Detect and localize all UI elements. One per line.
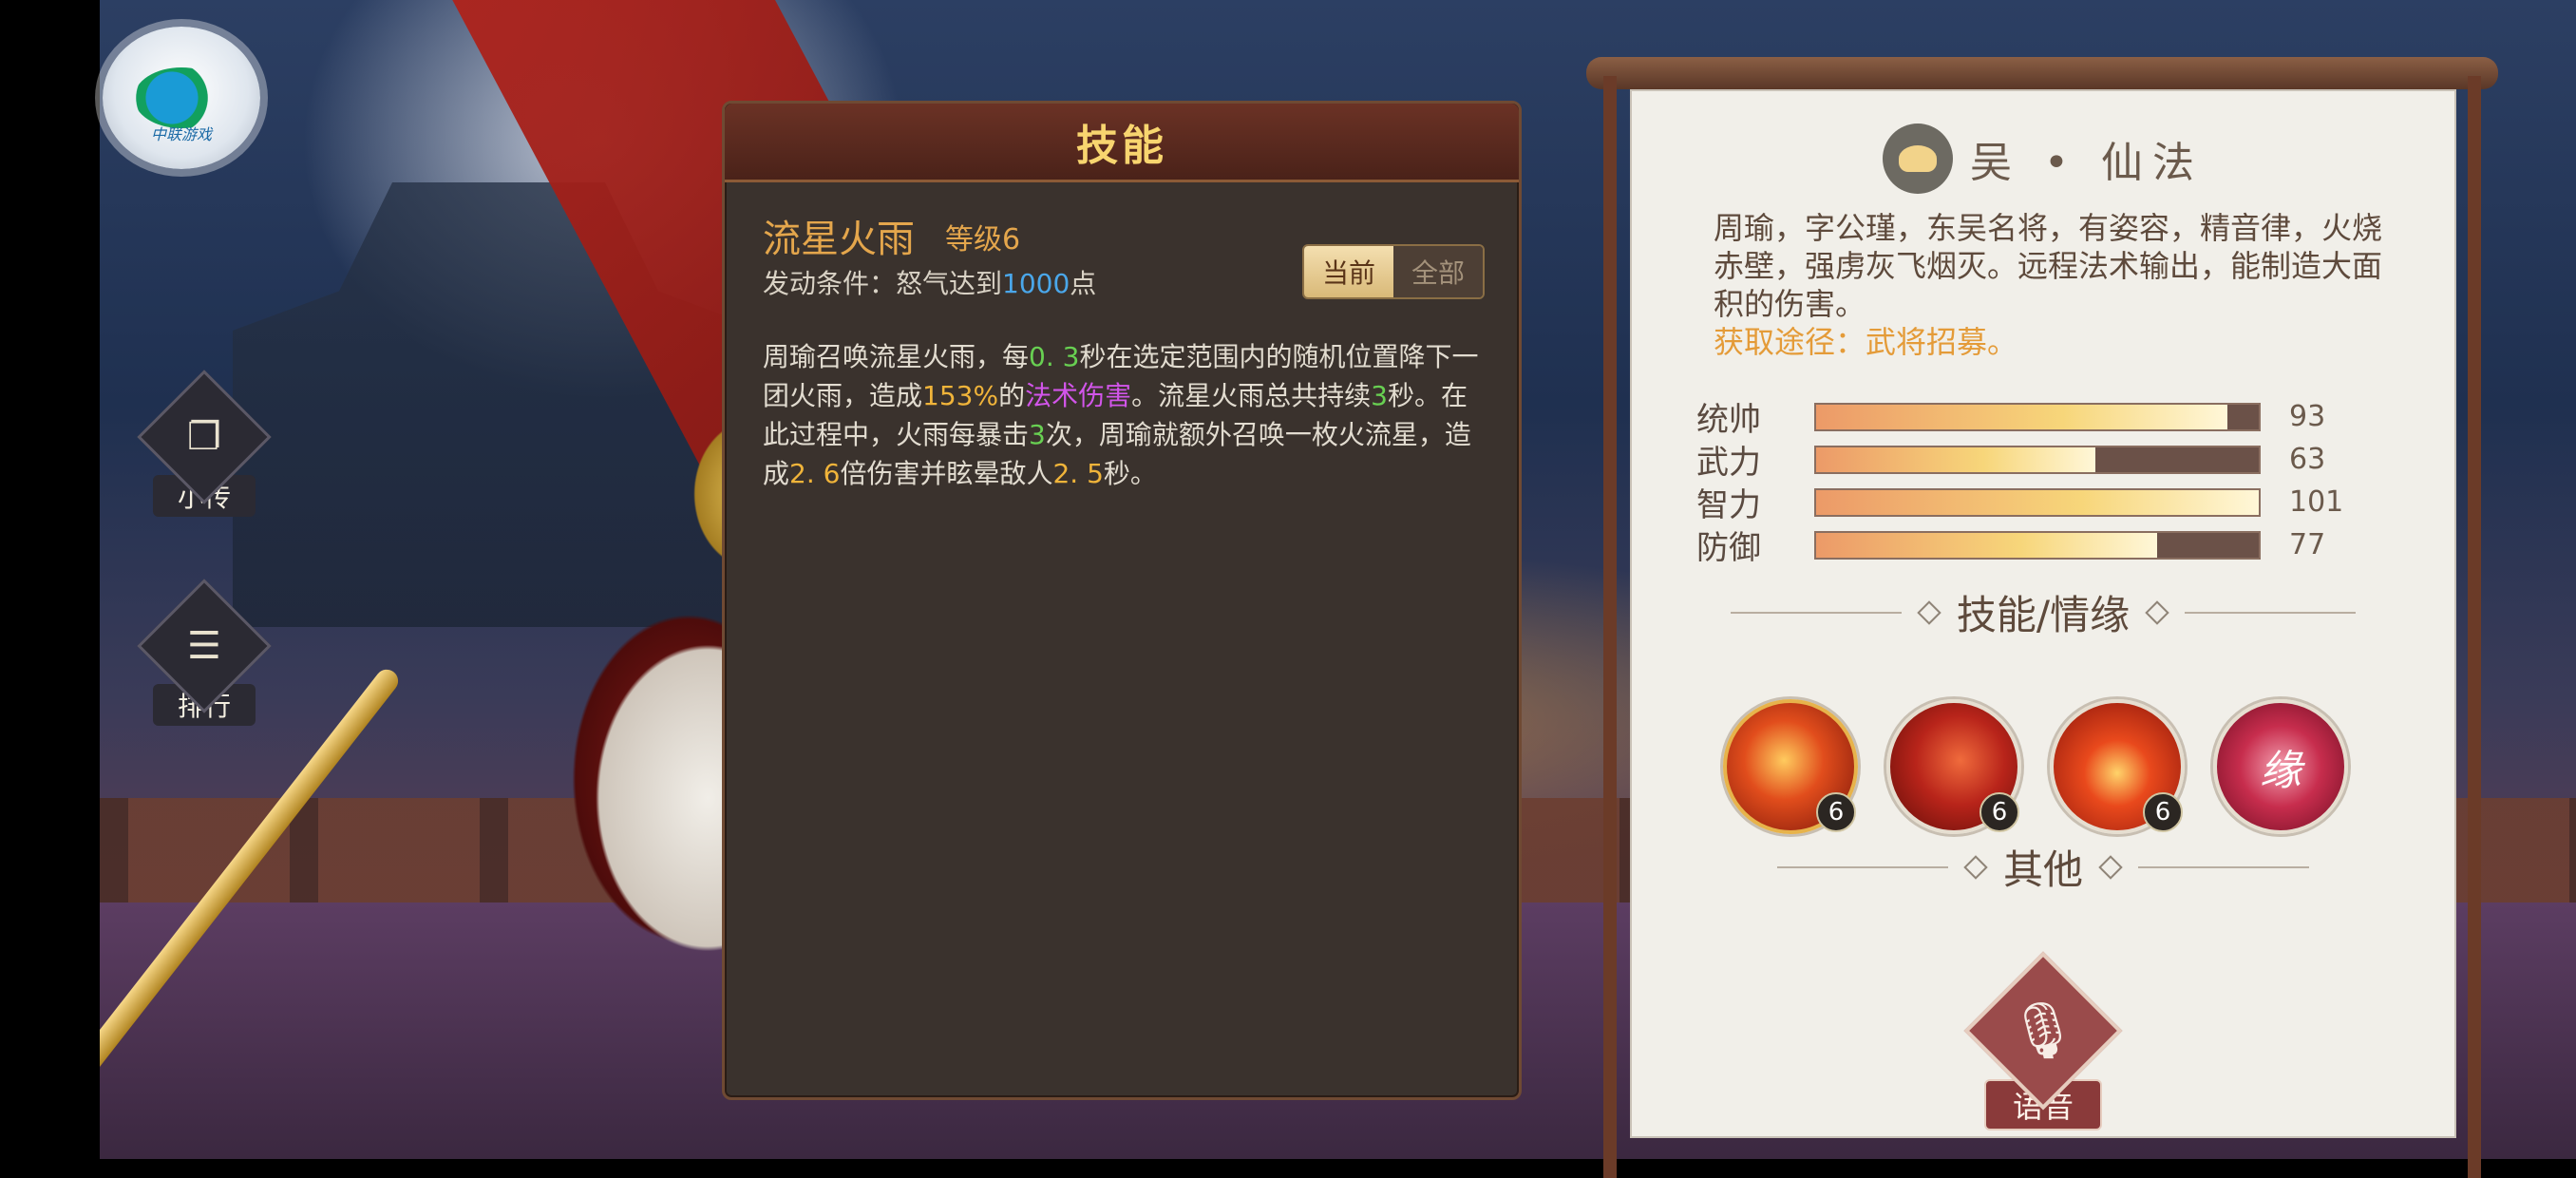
skill-detail-panel: 技能 流星火雨 等级6 发动条件：怒气达到1000点 当前 全部 周瑜召唤流星火… [722,101,1522,1100]
divider-line [1730,611,1902,614]
skills-row: 6 6 6 缘 [1723,699,2348,834]
scroll-pole-right [2468,76,2481,1178]
skills-section-label: 技能/情缘 [1956,592,2131,638]
fate-heart-icon[interactable]: 缘 [2213,699,2348,834]
skill-level-badge: 6 [1979,792,2019,832]
biography-button[interactable]: ❐ 小传 [137,370,272,517]
stat-fill [1816,489,2259,515]
stat-value: 101 [2289,485,2344,519]
other-section-label: 其他 [2002,846,2083,893]
tab-current[interactable]: 当前 [1304,246,1393,297]
tab-all[interactable]: 全部 [1393,246,1483,297]
diamond-ornament [2145,599,2169,625]
desc-value: 3 [1371,380,1388,411]
scroll-rod [1586,57,2498,89]
skill-tab-group: 当前 全部 [1302,244,1485,299]
desc-text: 秒。 [1103,458,1157,489]
divider-line [1776,865,1948,868]
diamond-ornament [2098,854,2123,880]
faction-class: 吴 • 仙法 [1970,139,2204,187]
faction-row: 吴 • 仙法 [1632,124,2454,194]
stat-value: 63 [2289,443,2326,476]
stat-label: 统帅 [1696,401,1761,439]
condition-prefix: 发动条件：怒气达到 [763,268,1003,299]
desc-value: 0. 3 [1029,341,1080,372]
desc-value: 3 [1029,419,1046,450]
wu-faction-icon [1883,124,1954,194]
skill-panel-header: 技能 [725,104,1519,182]
skills-section-title: 技能/情缘 [1632,583,2454,641]
stat-row-force: 武力 63 [1696,438,2343,482]
stat-fill [1816,404,2228,429]
acquisition-source: 获取途径：武将招募。 [1714,324,2018,360]
desc-value: 153% [922,380,999,411]
bio-text: 周瑜，字公瑾，东吴名将，有姿容，精音律，火烧赤壁，强虏灰飞烟灭。远程法术输出，能… [1714,210,2383,322]
desc-text: 的 [998,380,1026,411]
stat-bar [1814,530,2261,560]
logo-mark [134,67,229,128]
stat-bar [1814,445,2261,474]
stat-bar [1814,487,2261,517]
desc-value: 2. 6 [789,458,841,489]
skill-description: 周瑜召唤流星火雨，每0. 3秒在选定范围内的随机位置降下一团火雨，造成153%的… [763,337,1485,493]
fire-ring-icon[interactable]: 6 [2050,699,2185,834]
ranking-button[interactable]: ☰ 排行 [137,579,272,726]
stat-value: 77 [2289,528,2326,561]
stat-row-defense: 防御 77 [1696,523,2343,567]
meteor-fire-icon[interactable]: 6 [1723,699,1858,834]
voice-button[interactable]: 🎙 语音 [1632,951,2454,1130]
skill-level-badge: 6 [2143,792,2183,832]
stat-fill [1816,446,2095,472]
desc-text: 倍伤害并眩晕敌人 [840,458,1053,489]
desc-keyword: 法术伤害 [1025,380,1132,411]
hero-info-panel: 吴 • 仙法 周瑜，字公瑾，东吴名将，有姿容，精音律，火烧赤壁，强虏灰飞烟灭。远… [1630,89,2456,1138]
stat-label: 防御 [1696,529,1761,567]
game-logo: 中联游戏 [103,27,260,169]
skill-name: 流星火雨 [763,218,915,261]
diamond-ornament [1963,854,1988,880]
logo-text: 中联游戏 [150,125,212,143]
hero-stats: 统帅 93 武力 63 智力 101 防御 77 [1696,395,2344,567]
skill-trigger-condition: 发动条件：怒气达到1000点 [763,263,1096,301]
stat-fill [1816,532,2157,558]
stat-value: 93 [2289,400,2326,433]
condition-value: 1000 [1002,268,1070,299]
hero-info-scroll: 吴 • 仙法 周瑜，字公瑾，东吴名将，有姿容，精音律，火烧赤壁，强虏灰飞烟灭。远… [1577,28,2508,1178]
divider-line [2138,865,2309,868]
scroll-pole-left [1603,76,1617,1178]
desc-text: 。流星火雨总共持续 [1131,380,1372,411]
stat-bar [1814,402,2261,431]
stat-row-intellect: 智力 101 [1696,481,2344,524]
fate-glyph: 缘 [2260,747,2301,795]
desc-value: 2. 5 [1052,458,1104,489]
stat-label: 智力 [1696,486,1761,524]
desc-text: 周瑜召唤流星火雨，每 [763,341,1030,372]
hero-bio: 周瑜，字公瑾，东吴名将，有姿容，精音律，火烧赤壁，强虏灰飞烟灭。远程法术输出，能… [1714,209,2397,361]
stat-row-command: 统帅 93 [1696,395,2343,439]
condition-suffix: 点 [1070,268,1097,299]
stat-label: 武力 [1696,444,1761,482]
fire-dragon-icon[interactable]: 6 [1886,699,2021,834]
other-section-title: 其他 [1632,838,2454,896]
diamond-ornament [1917,599,1941,625]
skill-level: 等级6 [945,223,1021,256]
skill-level-badge: 6 [1816,792,1856,832]
skill-panel-title: 技能 [1076,122,1167,170]
divider-line [2185,611,2357,614]
